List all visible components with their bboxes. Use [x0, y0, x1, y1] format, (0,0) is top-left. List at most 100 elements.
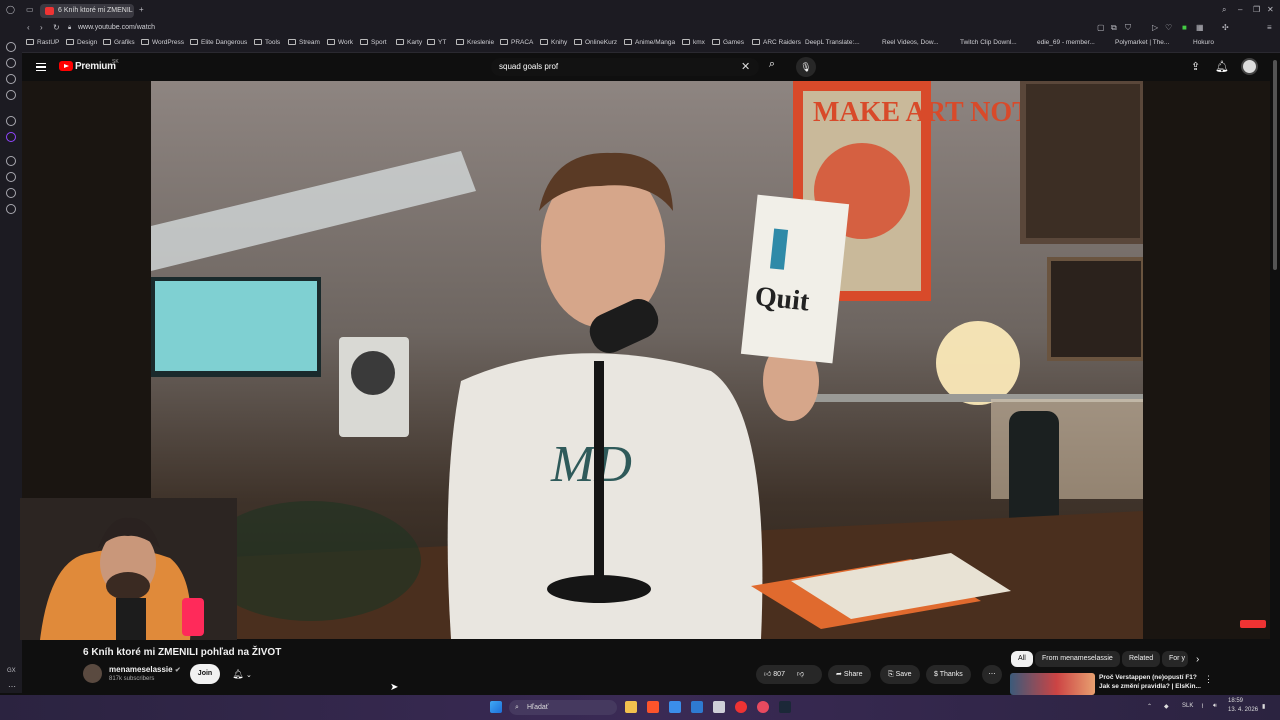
share-button[interactable]: ➦ Share [828, 665, 871, 684]
bookmark-item[interactable]: Work [327, 39, 353, 46]
bookmark-item[interactable]: Stream [288, 39, 320, 46]
bookmark-item[interactable]: Sport [360, 39, 387, 46]
thanks-button[interactable]: $ Thanks [926, 665, 971, 684]
notifications-bell-icon[interactable]: 🔔︎ [1215, 60, 1229, 73]
sidebar-bookmarks-icon[interactable] [6, 172, 16, 182]
bookmark-item[interactable]: Hokuro [1193, 39, 1214, 46]
sidebar-player-icon[interactable] [6, 156, 16, 166]
bookmark-item[interactable]: OnlineKurz [574, 39, 617, 46]
chips-next-icon[interactable]: › [1196, 654, 1199, 665]
sidebar-twitch-icon[interactable] [6, 132, 16, 142]
tray-clock-date[interactable]: 13. 4. 2026 [1228, 707, 1258, 713]
browser-tab-active[interactable]: 6 Kníh ktoré mi ZMENIL [40, 4, 134, 18]
bookmark-item[interactable]: WordPress [141, 39, 184, 46]
shield-icon[interactable]: ⛉ [1125, 23, 1131, 33]
addon-green-icon[interactable]: ■ [1182, 23, 1187, 33]
bookmark-item[interactable]: ARC Raiders [752, 39, 801, 46]
clear-search-icon[interactable]: ✕ [741, 60, 750, 73]
minimize-icon[interactable]: – [1238, 5, 1242, 15]
bookmark-item[interactable]: Polymarket | The... [1115, 39, 1169, 46]
forward-icon[interactable]: › [40, 23, 43, 33]
bookmark-item[interactable]: Knihy [540, 39, 567, 46]
back-icon[interactable]: ‹ [27, 23, 30, 33]
bookmark-item[interactable]: Twitch Clip Downl... [960, 39, 1017, 46]
save-button[interactable]: ⎘ Save [880, 665, 920, 684]
app-red-icon[interactable] [757, 701, 769, 713]
bookmark-item[interactable]: YT [427, 39, 446, 46]
page-scrollbar[interactable] [1273, 60, 1277, 270]
sidebar-discord-icon[interactable] [6, 90, 16, 100]
tray-language[interactable]: SLK [1182, 703, 1193, 709]
heart-icon[interactable]: ♡ [1165, 23, 1172, 33]
bookmark-item[interactable]: edie_69 - member... [1037, 39, 1095, 46]
more-actions-button[interactable]: ⋯ [982, 665, 1002, 684]
bookmark-item[interactable]: Kreslenie [456, 39, 494, 46]
user-avatar[interactable] [1241, 58, 1258, 75]
tray-chevron-icon[interactable]: ⌃ [1147, 703, 1152, 710]
maximize-icon[interactable]: ❐ [1253, 5, 1260, 15]
bookmark-item[interactable]: Karty [396, 39, 422, 46]
file-explorer-icon[interactable] [625, 701, 637, 713]
subscribe-watermark-icon[interactable] [1240, 620, 1266, 628]
tray-wifi-icon[interactable]: ⌇ [1201, 703, 1204, 710]
bookmark-item[interactable]: Design [66, 39, 97, 46]
bookmark-item[interactable]: kmx [682, 39, 705, 46]
menu-icon[interactable]: ≡ [1267, 23, 1272, 33]
chip-from-channel[interactable]: From menameselassie [1035, 651, 1120, 667]
start-menu-icon[interactable] [490, 701, 502, 713]
bookmark-item[interactable]: Grafiks [103, 39, 135, 46]
calculator-icon[interactable] [713, 701, 725, 713]
chip-related[interactable]: Related [1122, 651, 1161, 667]
join-button[interactable]: Join [190, 664, 220, 684]
app-blue-icon[interactable] [669, 701, 681, 713]
taskbar-search[interactable]: ⌕ Hľadať [509, 700, 617, 715]
sidebar-settings-icon[interactable] [6, 116, 16, 126]
bookmark-item[interactable]: Tools [254, 39, 280, 46]
hamburger-menu-icon[interactable] [36, 63, 46, 71]
tab-menu-icon[interactable]: ▭ [26, 5, 34, 15]
sidebar-downloads-icon[interactable] [6, 204, 16, 214]
bookmark-item[interactable]: Games [712, 39, 744, 46]
close-window-icon[interactable]: ✕ [1267, 5, 1274, 15]
bookmark-item[interactable]: Elite Dangerous [190, 39, 247, 46]
opera-logo-icon[interactable]: ◯ [6, 5, 15, 15]
tray-notifications-icon[interactable]: ▮ [1262, 703, 1265, 710]
brave-browser-icon[interactable] [647, 701, 659, 713]
chip-all[interactable]: All [1011, 651, 1033, 667]
chip-for-you[interactable]: For y [1162, 651, 1188, 667]
new-tab-icon[interactable]: + [139, 5, 144, 15]
channel-name[interactable]: menameselassie ✔ [109, 665, 181, 674]
play-icon[interactable]: ▷ [1152, 23, 1158, 33]
tray-volume-icon[interactable]: 🔊︎ [1213, 703, 1217, 710]
subscription-bell-button[interactable]: 🔔︎ ⌄ [225, 664, 259, 684]
search-tabs-icon[interactable]: ⌕ [1222, 5, 1226, 15]
dislike-button[interactable]: 👎︎ [797, 671, 804, 678]
search-input[interactable]: squad goals prof ✕ [491, 58, 759, 76]
sidebar-messenger-icon[interactable] [6, 58, 16, 68]
channel-avatar[interactable] [83, 664, 102, 683]
recommendation-title[interactable]: Proč Verstappen (ne)opustí F1? Jak se zm… [1099, 673, 1203, 691]
search-button[interactable]: ⌕ [760, 58, 784, 76]
reload-icon[interactable]: ↻ [53, 23, 60, 33]
snapshot-icon[interactable]: ⧉ [1111, 23, 1117, 33]
recommendation-menu-icon[interactable]: ⋮ [1204, 674, 1213, 685]
sidebar-history-icon[interactable] [6, 188, 16, 198]
opera-gx-icon[interactable] [735, 701, 747, 713]
recommendation-thumbnail[interactable] [1010, 673, 1095, 695]
steam-icon[interactable] [779, 701, 791, 713]
sidebar-whatsapp-icon[interactable] [6, 74, 16, 84]
bookmark-item[interactable]: RastUP [26, 39, 59, 46]
sidebar-home-icon[interactable] [6, 42, 16, 52]
bookmark-item[interactable]: PRACA [500, 39, 533, 46]
voice-search-button[interactable]: 🎙︎ [796, 57, 816, 77]
like-button[interactable]: 👍︎ 807 [764, 671, 785, 678]
extension-icon[interactable]: ▢ [1097, 23, 1105, 33]
upload-icon[interactable]: ⇪ [1191, 60, 1200, 73]
bookmark-item[interactable]: Anime/Manga [624, 39, 675, 46]
tray-network-icon[interactable]: ◆ [1164, 703, 1169, 710]
youtube-brand-label[interactable]: Premium [75, 61, 116, 72]
addon-icon[interactable]: ▦ [1196, 23, 1204, 33]
sidebar-more-icon[interactable]: ⋯ [8, 682, 16, 692]
app-mail-icon[interactable] [691, 701, 703, 713]
url-field[interactable]: www.youtube.com/watch [78, 24, 155, 31]
